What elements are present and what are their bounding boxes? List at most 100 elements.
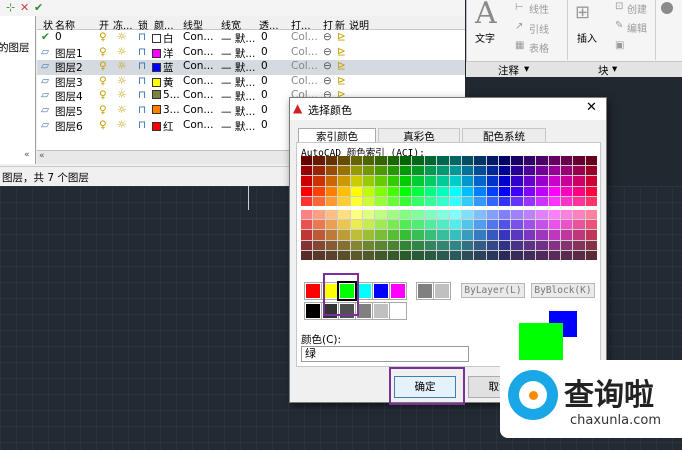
aci-color-cell[interactable] (511, 186, 523, 196)
aci-color-cell[interactable] (486, 156, 498, 166)
aci-color-cell[interactable] (338, 166, 350, 176)
aci-color-cell[interactable] (412, 230, 424, 240)
aci-color-cell[interactable] (560, 166, 573, 176)
table-label[interactable]: 表格 (529, 40, 549, 55)
layer-name[interactable]: 图层2 (55, 60, 83, 75)
aci-color-cell[interactable] (486, 186, 498, 196)
aci-color-cell[interactable] (573, 230, 585, 240)
aci-color-cell[interactable] (585, 250, 597, 260)
new-vp-freeze-icon[interactable]: ⊵ (337, 31, 346, 43)
byblock-button[interactable]: ByBlock(K) (531, 283, 595, 298)
printer-icon[interactable]: ⊖ (323, 75, 332, 87)
layer-status-icon[interactable]: ✔ (41, 31, 50, 43)
aci-color-cell[interactable] (301, 240, 313, 250)
aci-color-cell[interactable] (548, 166, 560, 176)
aci-color-cell[interactable] (523, 166, 536, 176)
layer-linetype[interactable]: Con... (183, 119, 213, 131)
aci-color-cell[interactable] (412, 186, 424, 196)
aci-color-cell[interactable] (486, 250, 498, 260)
layer-name[interactable]: 图层3 (55, 75, 83, 90)
sun-icon[interactable]: ☼ (117, 31, 126, 43)
aci-color-cell[interactable] (350, 240, 362, 250)
aci-color-cell[interactable] (375, 166, 387, 176)
aci-color-cell[interactable] (350, 250, 362, 260)
sun-icon[interactable]: ☼ (117, 104, 126, 116)
aci-color-cell[interactable] (548, 186, 560, 196)
col-plot-style[interactable]: 打... (291, 17, 317, 32)
col-lineweight[interactable]: 线宽 (221, 17, 241, 32)
aci-color-cell[interactable] (400, 250, 412, 260)
new-layer-icon[interactable]: ⊹ (6, 1, 15, 14)
aci-color-cell[interactable] (560, 196, 573, 206)
col-color[interactable]: 颜... (154, 17, 180, 32)
aci-color-cell[interactable] (474, 230, 486, 240)
aci-color-cell[interactable] (313, 230, 325, 240)
layer-row[interactable]: ✔ 0 ♀ ☼ ⊓ 白 Con... — 默... 0 Col... ⊖ ⊵ (37, 31, 465, 46)
text-tool-icon[interactable]: A (475, 0, 497, 31)
layer-name[interactable]: 图层1 (55, 46, 83, 61)
aci-color-cell[interactable] (523, 196, 536, 206)
aci-color-cell[interactable] (375, 186, 387, 196)
layer-color-cell[interactable]: 3... (152, 104, 180, 116)
lightbulb-icon[interactable]: ♀ (99, 60, 107, 72)
aci-color-cell[interactable] (536, 210, 548, 220)
aci-color-cell[interactable] (338, 250, 350, 260)
insert-block-icon[interactable]: ⊞ (575, 2, 590, 23)
layer-linetype[interactable]: Con... (183, 89, 213, 101)
aci-color-cell[interactable] (536, 196, 548, 206)
annotation-panel-arrow[interactable]: ▾ (524, 63, 529, 75)
collapse-left-icon[interactable]: « (39, 151, 45, 161)
aci-color-cell[interactable] (437, 196, 449, 206)
gray-color-chip[interactable] (372, 302, 390, 320)
aci-color-cell[interactable] (375, 196, 387, 206)
aci-color-cell[interactable] (573, 240, 585, 250)
layer-transparency[interactable]: 0 (261, 89, 268, 101)
aci-color-cell[interactable] (511, 166, 523, 176)
aci-color-cell[interactable] (424, 250, 437, 260)
aci-color-cell[interactable] (375, 250, 387, 260)
delete-layer-icon[interactable]: ✕ (20, 1, 29, 14)
layer-color-cell[interactable]: 黄 (152, 75, 174, 90)
aci-color-cell[interactable] (560, 156, 573, 166)
aci-color-cell[interactable] (523, 220, 536, 230)
aci-color-cell[interactable] (511, 176, 523, 186)
aci-color-cell[interactable] (424, 240, 437, 250)
standard-color-chip[interactable] (337, 281, 357, 301)
aci-color-cell[interactable] (486, 196, 498, 206)
aci-color-cell[interactable] (449, 250, 461, 260)
aci-color-cell[interactable] (511, 196, 523, 206)
layer-lineweight[interactable]: — 默... (221, 104, 255, 119)
layer-linetype[interactable]: Con... (183, 60, 213, 72)
aci-color-cell[interactable] (338, 210, 350, 220)
aci-color-cell[interactable] (412, 176, 424, 186)
aci-color-cell[interactable] (449, 166, 461, 176)
aci-color-cell[interactable] (511, 240, 523, 250)
aci-color-cell[interactable] (412, 166, 424, 176)
layer-row[interactable]: ▱ 图层2 ♀ ☼ ⊓ 蓝 Con... — 默... 0 Col... ⊖ ⊵ (37, 60, 465, 75)
aci-color-cell[interactable] (325, 250, 338, 260)
aci-color-cell[interactable] (536, 186, 548, 196)
layer-transparency[interactable]: 0 (261, 60, 268, 72)
layer-row[interactable]: ▱ 图层1 ♀ ☼ ⊓ 洋 Con... — 默... 0 Col... ⊖ ⊵ (37, 46, 465, 61)
aci-color-cell[interactable] (437, 220, 449, 230)
layer-linetype[interactable]: Con... (183, 46, 213, 58)
aci-color-cell[interactable] (486, 166, 498, 176)
col-freeze[interactable]: 冻... (113, 17, 133, 32)
sun-icon[interactable]: ☼ (117, 75, 126, 87)
aci-color-cell[interactable] (523, 156, 536, 166)
layer-color-cell[interactable]: 红 (152, 119, 174, 134)
layer-lineweight[interactable]: — 默... (221, 89, 255, 104)
aci-color-cell[interactable] (511, 156, 523, 166)
aci-color-cell[interactable] (573, 250, 585, 260)
aci-color-cell[interactable] (585, 186, 597, 196)
aci-color-cell[interactable] (362, 186, 375, 196)
aci-color-cell[interactable] (585, 230, 597, 240)
aci-color-cell[interactable] (424, 230, 437, 240)
edit-block-label[interactable]: 编辑 (627, 20, 647, 35)
lightbulb-icon[interactable]: ♀ (99, 104, 107, 116)
aci-color-cell[interactable] (412, 210, 424, 220)
aci-color-cell[interactable] (301, 156, 313, 166)
aci-color-cell[interactable] (362, 240, 375, 250)
aci-color-cell[interactable] (486, 176, 498, 186)
aci-color-cell[interactable] (387, 166, 399, 176)
